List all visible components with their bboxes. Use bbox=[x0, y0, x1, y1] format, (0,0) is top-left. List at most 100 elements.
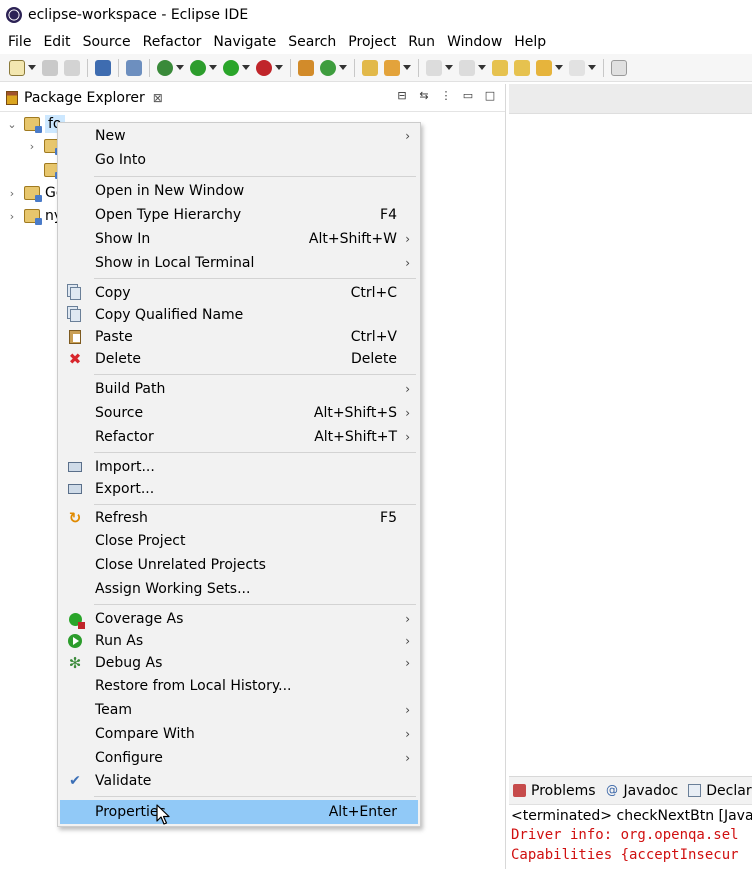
submenu-arrow-icon: › bbox=[405, 751, 410, 765]
next-annotation-dropdown-icon[interactable] bbox=[445, 65, 453, 70]
menu-item-compare-with[interactable]: Compare With › bbox=[60, 723, 418, 745]
search-dropdown-icon[interactable] bbox=[403, 65, 411, 70]
next-annotation-icon[interactable] bbox=[426, 59, 442, 76]
run-dropdown-icon[interactable] bbox=[209, 65, 217, 70]
menu-item-validate[interactable]: ✔ Validate bbox=[60, 770, 418, 792]
open-type-icon[interactable] bbox=[362, 59, 378, 76]
new-java-class-dropdown-icon[interactable] bbox=[339, 65, 347, 70]
menu-item-open-type-hierarchy[interactable]: Open Type Hierarchy F4 bbox=[60, 204, 418, 226]
menu-item-import[interactable]: Import... bbox=[60, 456, 418, 478]
menu-item-assign-working-sets[interactable]: Assign Working Sets... bbox=[60, 578, 418, 600]
debug-icon[interactable] bbox=[157, 59, 173, 76]
back-icon[interactable] bbox=[536, 59, 552, 76]
menu-edit[interactable]: Edit bbox=[37, 30, 76, 54]
save-icon[interactable] bbox=[42, 59, 58, 76]
menu-item-label: Debug As bbox=[95, 655, 163, 671]
menu-item-open-in-new-window[interactable]: Open in New Window bbox=[60, 180, 418, 202]
menu-item-restore-from-local-history[interactable]: Restore from Local History... bbox=[60, 675, 418, 697]
new-dropdown-icon[interactable] bbox=[28, 65, 36, 70]
tab-label: Javadoc bbox=[623, 782, 679, 799]
menu-item-close-unrelated-projects[interactable]: Close Unrelated Projects bbox=[60, 554, 418, 576]
menu-item-label: Refactor bbox=[95, 429, 154, 445]
menu-navigate[interactable]: Navigate bbox=[207, 30, 282, 54]
toolbar-separator bbox=[118, 58, 119, 77]
menu-item-team[interactable]: Team › bbox=[60, 699, 418, 721]
menu-item-copy[interactable]: Copy Ctrl+C bbox=[60, 282, 418, 304]
new-java-package-icon[interactable] bbox=[298, 59, 314, 76]
menu-item-source[interactable]: Source Alt+Shift+S › bbox=[60, 402, 418, 424]
menu-item-new[interactable]: New › bbox=[60, 125, 418, 147]
debug-dropdown-icon[interactable] bbox=[176, 65, 184, 70]
menu-item-shortcut: F5 bbox=[380, 510, 397, 526]
minimize-icon[interactable]: ▭ bbox=[461, 89, 475, 103]
menu-item-debug-as[interactable]: ✻ Debug As › bbox=[60, 652, 418, 674]
tab-declaration[interactable]: Declara bbox=[688, 783, 752, 799]
editor-area[interactable] bbox=[509, 114, 752, 776]
coverage-icon bbox=[67, 611, 85, 629]
problems-icon bbox=[513, 784, 526, 797]
menu-item-paste[interactable]: Paste Ctrl+V bbox=[60, 326, 418, 348]
expanded-chevron-icon[interactable]: ⌄ bbox=[6, 118, 18, 131]
terminal-icon[interactable] bbox=[95, 59, 111, 76]
menu-item-refactor[interactable]: Refactor Alt+Shift+T › bbox=[60, 426, 418, 448]
menu-item-go-into[interactable]: Go Into bbox=[60, 149, 418, 171]
new-java-class-icon[interactable] bbox=[320, 59, 336, 76]
external-tools-icon[interactable] bbox=[256, 59, 272, 76]
coverage-icon[interactable] bbox=[223, 59, 239, 76]
back-dropdown-icon[interactable] bbox=[555, 65, 563, 70]
forward-edit-icon[interactable] bbox=[514, 59, 530, 76]
maximize-icon[interactable]: □ bbox=[483, 89, 497, 103]
forward-dropdown-icon[interactable] bbox=[588, 65, 596, 70]
last-edit-location-icon[interactable] bbox=[492, 59, 508, 76]
menu-item-delete[interactable]: ✖ Delete Delete bbox=[60, 348, 418, 370]
menu-window[interactable]: Window bbox=[441, 30, 508, 54]
menu-item-coverage-as[interactable]: Coverage As › bbox=[60, 608, 418, 630]
menu-item-run-as[interactable]: Run As › bbox=[60, 630, 418, 652]
pin-editor-icon[interactable] bbox=[611, 59, 627, 76]
view-menu-icon[interactable]: ⋮ bbox=[439, 89, 453, 103]
menu-item-copy-qualified-name[interactable]: Copy Qualified Name bbox=[60, 304, 418, 326]
menu-item-properties[interactable]: Properties Alt+Enter bbox=[60, 800, 418, 824]
coverage-dropdown-icon[interactable] bbox=[242, 65, 250, 70]
search-icon[interactable] bbox=[384, 59, 400, 76]
menu-project[interactable]: Project bbox=[342, 30, 402, 54]
tree-item-project[interactable]: › ny bbox=[6, 205, 62, 227]
tab-javadoc[interactable]: @ Javadoc bbox=[606, 782, 679, 799]
menu-item-configure[interactable]: Configure › bbox=[60, 747, 418, 769]
menu-source[interactable]: Source bbox=[77, 30, 137, 54]
run-icon[interactable] bbox=[190, 59, 206, 76]
close-icon[interactable]: ⊠ bbox=[153, 91, 163, 105]
package-explorer-tab[interactable]: Package Explorer ⊠ ⊟ ⇆ ⋮ ▭ □ bbox=[0, 84, 505, 112]
collapsed-chevron-icon[interactable]: › bbox=[6, 187, 18, 200]
forward-icon[interactable] bbox=[569, 59, 585, 76]
menu-search[interactable]: Search bbox=[282, 30, 342, 54]
menu-separator bbox=[94, 604, 416, 605]
previous-annotation-icon[interactable] bbox=[459, 59, 475, 76]
copy-qualified-name-icon bbox=[67, 307, 83, 323]
save-all-icon[interactable] bbox=[64, 59, 80, 76]
previous-annotation-dropdown-icon[interactable] bbox=[478, 65, 486, 70]
menu-item-refresh[interactable]: ↻ Refresh F5 bbox=[60, 507, 418, 529]
export-icon bbox=[67, 481, 83, 497]
collapsed-chevron-icon[interactable]: › bbox=[26, 140, 38, 153]
link-with-editor-icon[interactable]: ⇆ bbox=[417, 89, 431, 103]
menu-item-show-in[interactable]: Show In Alt+Shift+W › bbox=[60, 228, 418, 250]
menu-item-label: Show In bbox=[95, 231, 151, 247]
skip-breakpoints-icon[interactable] bbox=[126, 59, 142, 76]
menu-file[interactable]: File bbox=[2, 30, 37, 54]
menu-item-show-in-local-terminal[interactable]: Show in Local Terminal › bbox=[60, 252, 418, 274]
menu-refactor[interactable]: Refactor bbox=[137, 30, 208, 54]
tree-item-project[interactable]: ⌄ fo bbox=[6, 113, 65, 135]
menu-item-label: Go Into bbox=[95, 152, 146, 168]
tree-item-project[interactable]: › Ge bbox=[6, 182, 64, 204]
menu-item-export[interactable]: Export... bbox=[60, 478, 418, 500]
menu-help[interactable]: Help bbox=[508, 30, 552, 54]
external-tools-dropdown-icon[interactable] bbox=[275, 65, 283, 70]
collapsed-chevron-icon[interactable]: › bbox=[6, 210, 18, 223]
menu-item-build-path[interactable]: Build Path › bbox=[60, 378, 418, 400]
new-icon[interactable] bbox=[9, 59, 25, 76]
collapse-all-icon[interactable]: ⊟ bbox=[395, 89, 409, 103]
menu-item-close-project[interactable]: Close Project bbox=[60, 530, 418, 552]
tab-problems[interactable]: Problems bbox=[513, 783, 596, 799]
menu-run[interactable]: Run bbox=[402, 30, 441, 54]
